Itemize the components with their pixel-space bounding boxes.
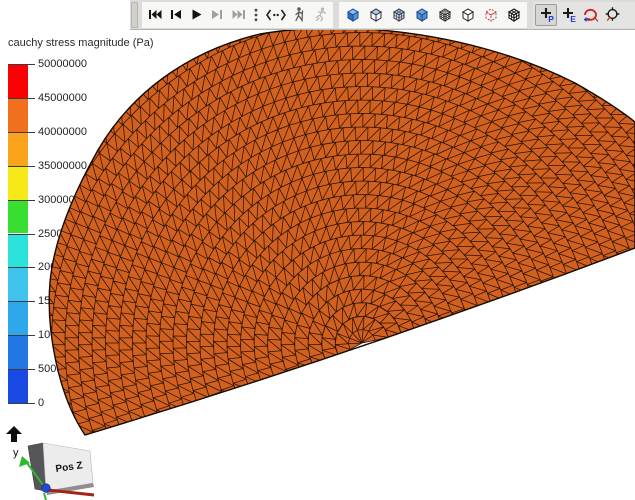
select-points-icon: P [538, 6, 555, 23]
selection-group: P E [533, 2, 635, 28]
step-back-icon [169, 8, 182, 21]
render-mode-group [339, 2, 527, 28]
shaded-view-button[interactable] [341, 3, 364, 27]
running-person-icon [313, 7, 328, 22]
playback-group [142, 2, 333, 28]
fea-mesh [0, 0, 635, 500]
select-points-button[interactable]: P [535, 4, 557, 26]
shaded-mesh-view-button[interactable] [387, 3, 410, 27]
y-axis-label: y [13, 447, 19, 459]
feature-edges-view-button[interactable] [479, 3, 502, 27]
feature-edges-cube-icon [483, 7, 499, 23]
rotate-view-button[interactable] [579, 3, 601, 27]
skip-to-start-button[interactable] [144, 3, 165, 27]
step-forward-button[interactable] [207, 3, 228, 27]
flat-cube-icon [414, 7, 430, 23]
orientation-triad[interactable]: Pos Z y [0, 434, 110, 500]
toolbar-drag-handle[interactable] [131, 2, 138, 28]
viewport-3d[interactable] [0, 0, 635, 500]
more-options-button[interactable] [249, 3, 263, 27]
walk-mode-button[interactable] [289, 3, 310, 27]
wireframe-mesh-view-button[interactable] [433, 3, 456, 27]
time-range-button[interactable] [263, 3, 289, 27]
shaded-cube-icon [345, 7, 361, 23]
play-icon [190, 8, 203, 21]
y-axis-lower-segment [44, 493, 46, 500]
main-toolbar: P E [130, 0, 635, 30]
select-elements-letter: E [570, 14, 576, 23]
outline-view-button[interactable] [456, 3, 479, 27]
time-range-icon [266, 9, 286, 21]
select-elements-button[interactable]: E [557, 3, 579, 27]
skip-to-end-icon [232, 8, 246, 21]
step-back-button[interactable] [165, 3, 186, 27]
zoom-to-target-button[interactable] [601, 3, 623, 27]
zoom-to-target-icon [604, 6, 621, 23]
step-forward-icon [211, 8, 224, 21]
outline-cube-icon [460, 7, 476, 23]
shaded-mesh-cube-icon [391, 7, 407, 23]
skip-to-start-icon [148, 8, 162, 21]
skip-to-end-button[interactable] [228, 3, 249, 27]
quad-mesh-cube-icon [506, 7, 522, 23]
wireframe-mesh-cube-icon [437, 7, 453, 23]
select-elements-icon: E [560, 6, 577, 23]
play-button[interactable] [186, 3, 207, 27]
quad-mesh-view-button[interactable] [502, 3, 525, 27]
vertical-dots-icon [254, 8, 258, 22]
z-axis-ball [42, 484, 50, 492]
rotate-view-icon [581, 6, 600, 23]
run-mode-button[interactable] [310, 3, 331, 27]
hidden-line-view-button[interactable] [364, 3, 387, 27]
hidden-line-cube-icon [368, 7, 384, 23]
flat-shaded-view-button[interactable] [410, 3, 433, 27]
walking-person-icon [293, 7, 306, 22]
select-points-letter: P [548, 14, 554, 23]
